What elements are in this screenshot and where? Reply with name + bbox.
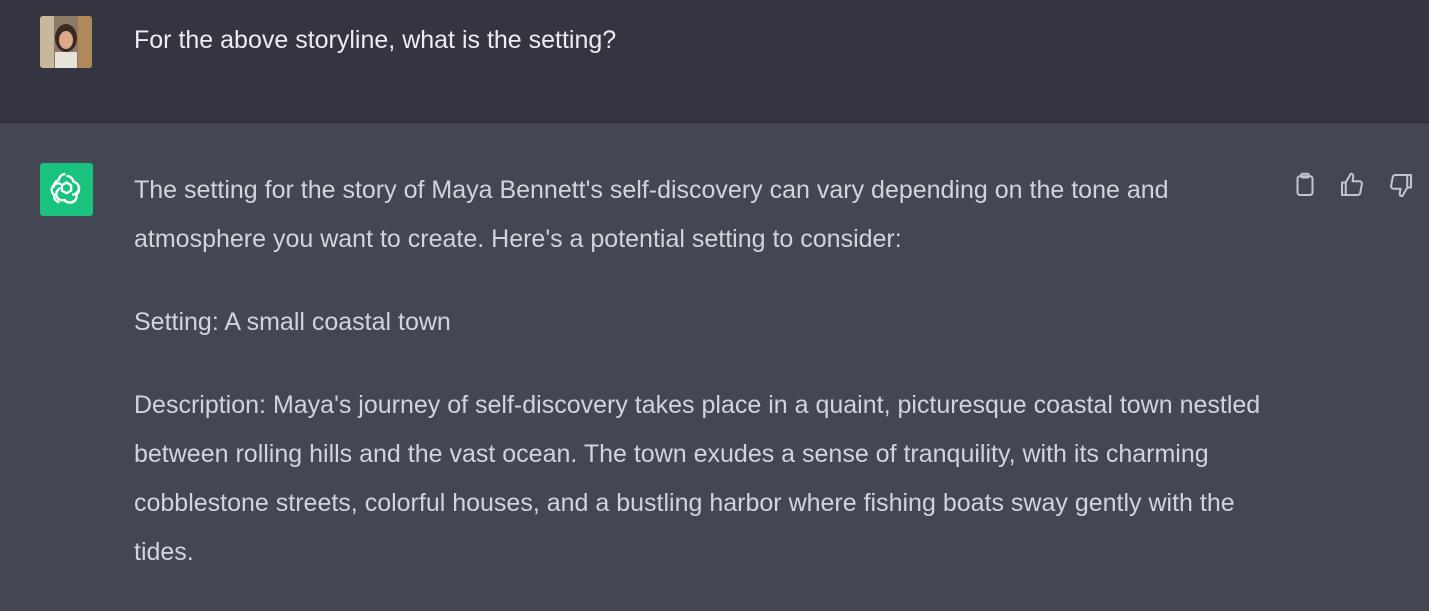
assistant-message: The setting for the story of Maya Bennet… [0, 123, 1429, 577]
assistant-paragraph: Setting: A small coastal town [134, 308, 451, 336]
openai-logo-icon [40, 163, 93, 216]
message-actions [1288, 170, 1418, 200]
thumbs-up-button[interactable] [1337, 170, 1367, 200]
user-avatar [40, 16, 92, 68]
thumbs-down-icon [1390, 174, 1412, 198]
user-message: For the above storyline, what is the set… [0, 0, 1429, 123]
user-message-text: For the above storyline, what is the set… [134, 26, 617, 54]
thumbs-up-icon [1341, 172, 1363, 196]
thumbs-down-button[interactable] [1386, 170, 1416, 200]
clipboard-icon [1296, 172, 1314, 196]
assistant-message-text: The setting for the story of Maya Bennet… [134, 166, 1284, 611]
assistant-paragraph: The setting for the story of Maya Bennet… [134, 176, 1169, 253]
copy-button[interactable] [1290, 170, 1320, 200]
assistant-paragraph: Description: Maya's journey of self-disc… [134, 391, 1261, 566]
